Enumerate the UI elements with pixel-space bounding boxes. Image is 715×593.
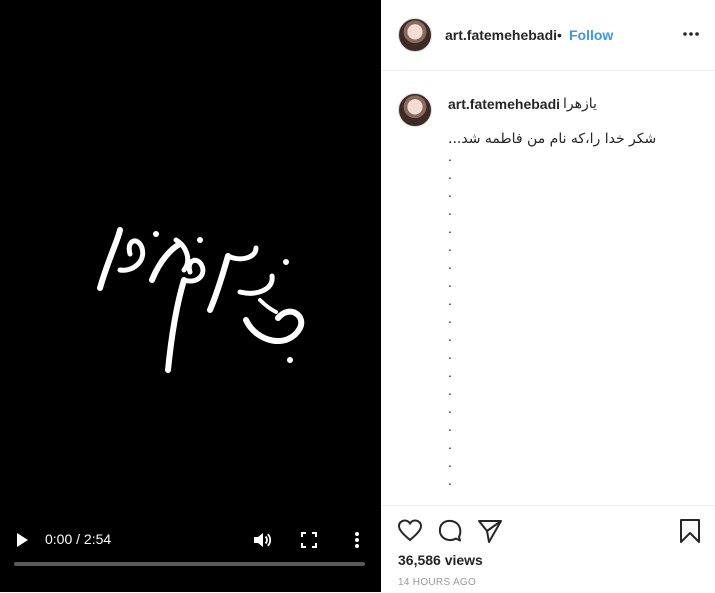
caption-dot-line: . xyxy=(448,310,452,326)
caption-dot-line: . xyxy=(448,436,452,452)
caption-dot-line: . xyxy=(448,274,452,290)
comment-icon[interactable] xyxy=(437,518,463,544)
caption-dot-line: . xyxy=(448,454,452,470)
caption-dot-line: . xyxy=(448,418,452,434)
caption-dot-line: . xyxy=(448,220,452,236)
video-player[interactable]: 0:00 / 2:54 xyxy=(0,0,381,592)
post-timestamp[interactable]: 14 HOURS AGO xyxy=(398,577,476,588)
post-panel: art.fatemehebadi • Follow art.fatemeheba… xyxy=(381,0,715,592)
post-actions: 36,586 views 14 HOURS AGO xyxy=(381,505,715,593)
caption-dot-line: . xyxy=(448,292,452,308)
video-time: 0:00 / 2:54 xyxy=(45,531,111,547)
separator-dot: • xyxy=(557,27,562,43)
caption-line: ...شکر خدا را،که نام من فاطمه شد xyxy=(448,131,657,147)
post-header: art.fatemehebadi • Follow xyxy=(381,0,715,71)
share-icon[interactable] xyxy=(477,518,503,544)
duration: 2:54 xyxy=(83,531,112,547)
more-options-icon[interactable] xyxy=(681,26,701,42)
caption-dot-line: . xyxy=(448,184,452,200)
video-controls: 0:00 / 2:54 xyxy=(0,522,381,592)
caption-dot-line: . xyxy=(448,382,452,398)
caption-avatar[interactable] xyxy=(398,93,432,127)
fullscreen-icon[interactable] xyxy=(300,531,318,549)
follow-button[interactable]: Follow xyxy=(569,27,613,43)
play-icon[interactable] xyxy=(14,532,30,548)
caption-section: art.fatemehebadi یازهرا ...شکر خدا را،که… xyxy=(381,71,715,505)
caption-dot-line: . xyxy=(448,472,452,488)
caption-dot-line: . xyxy=(448,346,452,362)
header-username[interactable]: art.fatemehebadi xyxy=(445,27,557,43)
bookmark-icon[interactable] xyxy=(677,518,703,544)
caption-username[interactable]: art.fatemehebadi xyxy=(448,96,560,112)
caption-dot-line: . xyxy=(448,148,452,164)
avatar[interactable] xyxy=(398,18,432,52)
caption-dot-line: . xyxy=(448,202,452,218)
caption-dot-line: . xyxy=(448,328,452,344)
view-count: 36,586 views xyxy=(398,552,483,568)
time-separator: / xyxy=(72,531,84,547)
caption-dot-line: . xyxy=(448,256,452,272)
calligraphy-text-image xyxy=(97,227,305,373)
heart-icon[interactable] xyxy=(397,518,423,544)
volume-icon[interactable] xyxy=(252,530,272,550)
caption-dot-line: . xyxy=(448,166,452,182)
caption-dots: ................... xyxy=(448,147,452,489)
caption-dot-line: . xyxy=(448,238,452,254)
caption-dot-line: . xyxy=(448,364,452,380)
current-time: 0:00 xyxy=(45,531,73,547)
caption-first-text: یازهرا xyxy=(563,96,597,112)
more-options-icon[interactable] xyxy=(350,530,364,550)
caption-dot-line: . xyxy=(448,400,452,416)
video-progress-bar[interactable] xyxy=(14,562,365,566)
